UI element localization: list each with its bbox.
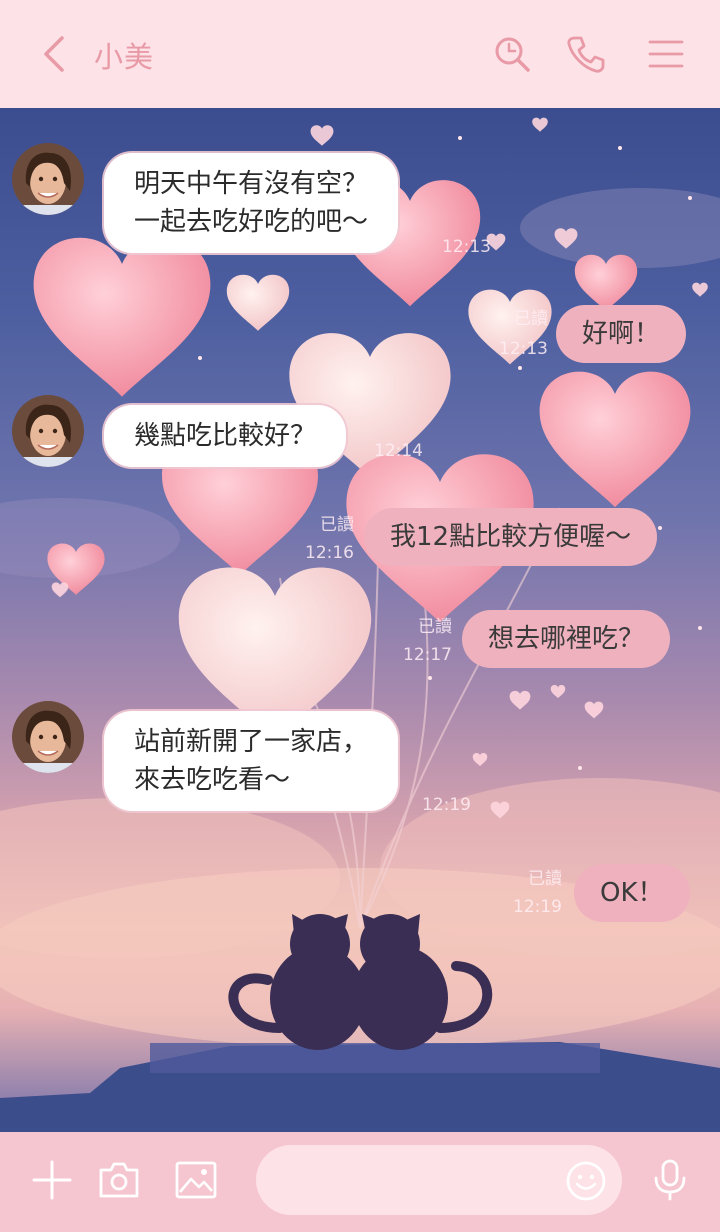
message-time: 12:17: [403, 645, 452, 665]
incoming-message-bubble[interactable]: 幾點吃比較好？: [104, 405, 347, 467]
message-text: 我12點比較方便喔～: [390, 522, 632, 552]
chat-header: 小美: [0, 0, 720, 108]
phone-icon[interactable]: [566, 34, 606, 74]
message-time: 12:19: [422, 795, 471, 815]
read-receipt: 已讀: [418, 617, 452, 637]
chat-title: 小美: [94, 40, 155, 74]
chevron-left-icon[interactable]: [36, 34, 72, 74]
message-time: 12:16: [305, 543, 354, 563]
read-receipt: 已讀: [514, 309, 548, 329]
avatar[interactable]: [12, 395, 84, 467]
camera-icon[interactable]: [97, 1158, 141, 1202]
plus-icon[interactable]: [30, 1158, 74, 1202]
message-time: 12:19: [513, 897, 562, 917]
avatar[interactable]: [12, 701, 84, 773]
message-text: 想去哪裡吃？: [488, 624, 645, 654]
chat-screen: 小美 明天中午有沒有空？ 一起去吃好吃的吧～ 12:13 已讀 12:13 好啊…: [0, 0, 720, 1232]
message-text: OK！: [600, 878, 664, 908]
message-text: 好啊！: [582, 319, 661, 349]
message-time: 12:14: [374, 441, 423, 461]
message-text-line: 一起去吃好吃的吧～: [134, 207, 369, 237]
search-icon[interactable]: [492, 34, 532, 74]
message-text-line: 明天中午有沒有空？: [134, 169, 369, 199]
message-time: 12:13: [499, 339, 548, 359]
outgoing-message-bubble[interactable]: 想去哪裡吃？: [462, 610, 671, 668]
incoming-message-bubble[interactable]: 明天中午有沒有空？ 一起去吃好吃的吧～: [104, 153, 399, 253]
menu-icon[interactable]: [646, 34, 686, 74]
read-receipt: 已讀: [528, 869, 562, 889]
outgoing-message-bubble[interactable]: OK！: [574, 864, 690, 922]
chat-area[interactable]: 明天中午有沒有空？ 一起去吃好吃的吧～ 12:13 已讀 12:13 好啊！ 幾…: [0, 108, 720, 1132]
microphone-icon[interactable]: [648, 1158, 692, 1202]
outgoing-message-bubble[interactable]: 好啊！: [556, 305, 687, 363]
avatar[interactable]: [12, 143, 84, 215]
image-icon[interactable]: [174, 1158, 218, 1202]
message-text-line: 來去吃吃看～: [134, 765, 291, 795]
message-text-line: 站前新開了一家店，: [134, 727, 369, 757]
emoji-icon[interactable]: [564, 1159, 608, 1203]
incoming-message-bubble[interactable]: 站前新開了一家店， 來去吃吃看～: [104, 711, 399, 811]
read-receipt: 已讀: [320, 515, 354, 535]
message-text: 幾點吃比較好？: [134, 421, 317, 451]
message-time: 12:13: [442, 237, 491, 257]
outgoing-message-bubble[interactable]: 我12點比較方便喔～: [364, 508, 658, 566]
